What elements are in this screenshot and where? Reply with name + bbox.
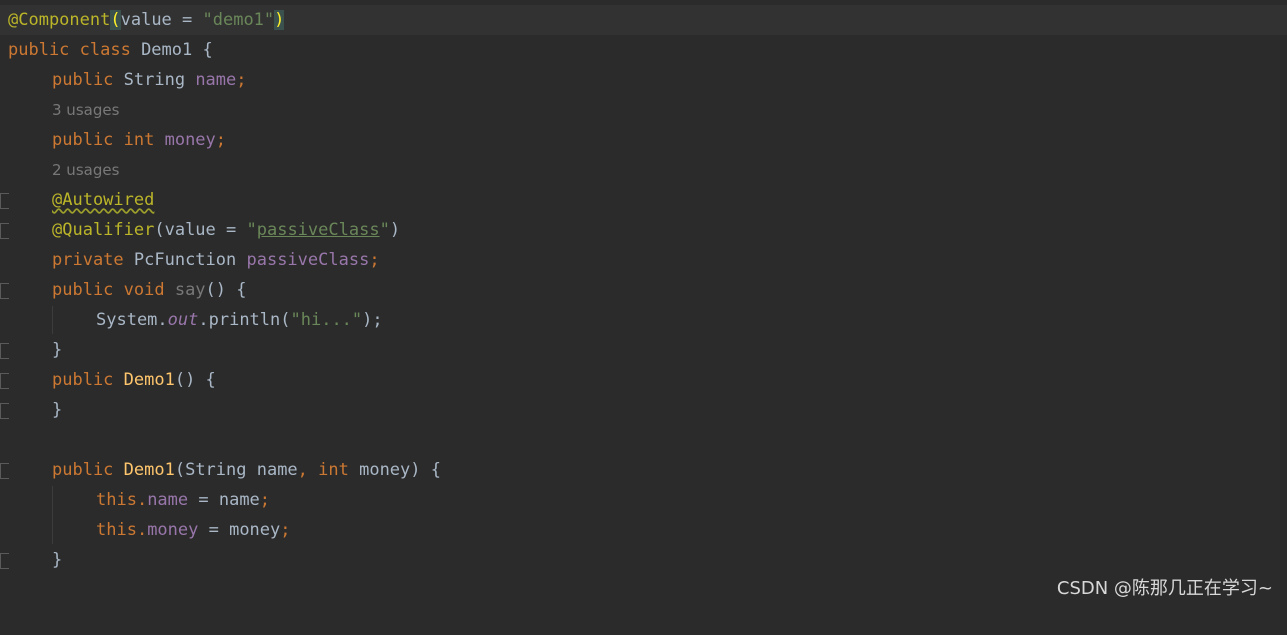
code-token: Demo1 { <box>141 40 213 60</box>
code-line-14[interactable]: } <box>0 395 1287 425</box>
code-token: ); <box>362 310 383 330</box>
code-token: " <box>379 220 390 240</box>
code-token: ) <box>389 220 401 240</box>
code-token: () { <box>174 370 216 390</box>
code-token: ; <box>236 70 247 90</box>
code-token: public <box>52 70 124 90</box>
code-token: String <box>123 70 196 90</box>
code-token: name <box>195 70 237 90</box>
code-token: () { <box>205 280 247 300</box>
watermark: CSDN @陈那几正在学习~ <box>1056 578 1273 599</box>
code-token: ; <box>369 250 380 270</box>
code-token: value = <box>120 10 203 30</box>
code-token: @Component <box>8 10 111 30</box>
code-line-16[interactable]: public Demo1(String name, int money) { <box>0 455 1287 485</box>
code-line-3[interactable]: public String name; <box>0 65 1287 95</box>
code-token: public <box>52 370 124 390</box>
code-line-1[interactable]: @Component(value = "demo1") <box>0 5 1287 35</box>
code-line-7[interactable]: @Autowired <box>0 185 1287 215</box>
code-line-13[interactable]: public Demo1() { <box>0 365 1287 395</box>
code-token: "demo1" <box>202 10 275 30</box>
code-token: money <box>164 130 216 150</box>
code-token[interactable]: passiveClass <box>257 220 380 240</box>
code-token: ; <box>280 520 291 540</box>
code-token: ) <box>274 10 285 30</box>
code-token: } <box>52 400 63 420</box>
code-token: } <box>52 550 63 570</box>
code-line-9[interactable]: private PcFunction passiveClass; <box>0 245 1287 275</box>
code-token: say <box>174 280 206 300</box>
code-token: this. <box>96 490 148 510</box>
code-token: (value = <box>154 220 247 240</box>
code-line-11[interactable]: System.out.println("hi..."); <box>0 305 1287 335</box>
code-token: Demo1 <box>123 370 175 390</box>
code-line-12[interactable]: } <box>0 335 1287 365</box>
code-line-17[interactable]: this.name = name; <box>0 485 1287 515</box>
code-token: PcFunction <box>133 250 247 270</box>
code-token: System. <box>96 310 168 330</box>
code-token: ; <box>259 490 271 510</box>
code-line-19[interactable]: } <box>0 545 1287 575</box>
code-token: = money <box>198 520 281 540</box>
code-token: public int <box>52 130 165 150</box>
code-line-18[interactable]: this.money = money; <box>0 515 1287 545</box>
code-token: = name <box>188 490 260 510</box>
code-token: } <box>52 340 63 360</box>
code-token: " <box>246 220 257 240</box>
code-token: ( <box>110 10 121 30</box>
code-token: out <box>167 310 199 330</box>
code-token: this. <box>96 520 148 540</box>
code-token: public <box>52 460 124 480</box>
code-editor[interactable]: @Component(value = "demo1") public class… <box>0 0 1287 608</box>
usages-hint[interactable]: 3 usages <box>52 95 119 125</box>
code-token: @Autowired <box>52 190 155 210</box>
code-token: name <box>147 490 189 510</box>
code-line-6: 2 usages <box>0 155 1287 185</box>
code-line-10[interactable]: public void say() { <box>0 275 1287 305</box>
code-token: money <box>147 520 199 540</box>
usages-hint[interactable]: 2 usages <box>52 155 119 185</box>
code-token: , int <box>297 460 360 480</box>
code-token: money) { <box>359 460 441 480</box>
code-token: public void <box>52 280 175 300</box>
code-token: public class <box>8 40 142 60</box>
code-token: @Qualifier <box>52 220 155 240</box>
code-token: "hi..." <box>290 310 363 330</box>
code-token: ; <box>215 130 227 150</box>
code-token: Demo1 <box>123 460 175 480</box>
code-token: private <box>52 250 134 270</box>
code-line-2[interactable]: public class Demo1 { <box>0 35 1287 65</box>
code-line-5[interactable]: public int money; <box>0 125 1287 155</box>
code-line-4: 3 usages <box>0 95 1287 125</box>
code-token: .println( <box>198 310 291 330</box>
code-token: passiveClass <box>246 250 370 270</box>
code-token: (String name <box>174 460 298 480</box>
code-line-8[interactable]: @Qualifier(value = "passiveClass") <box>0 215 1287 245</box>
